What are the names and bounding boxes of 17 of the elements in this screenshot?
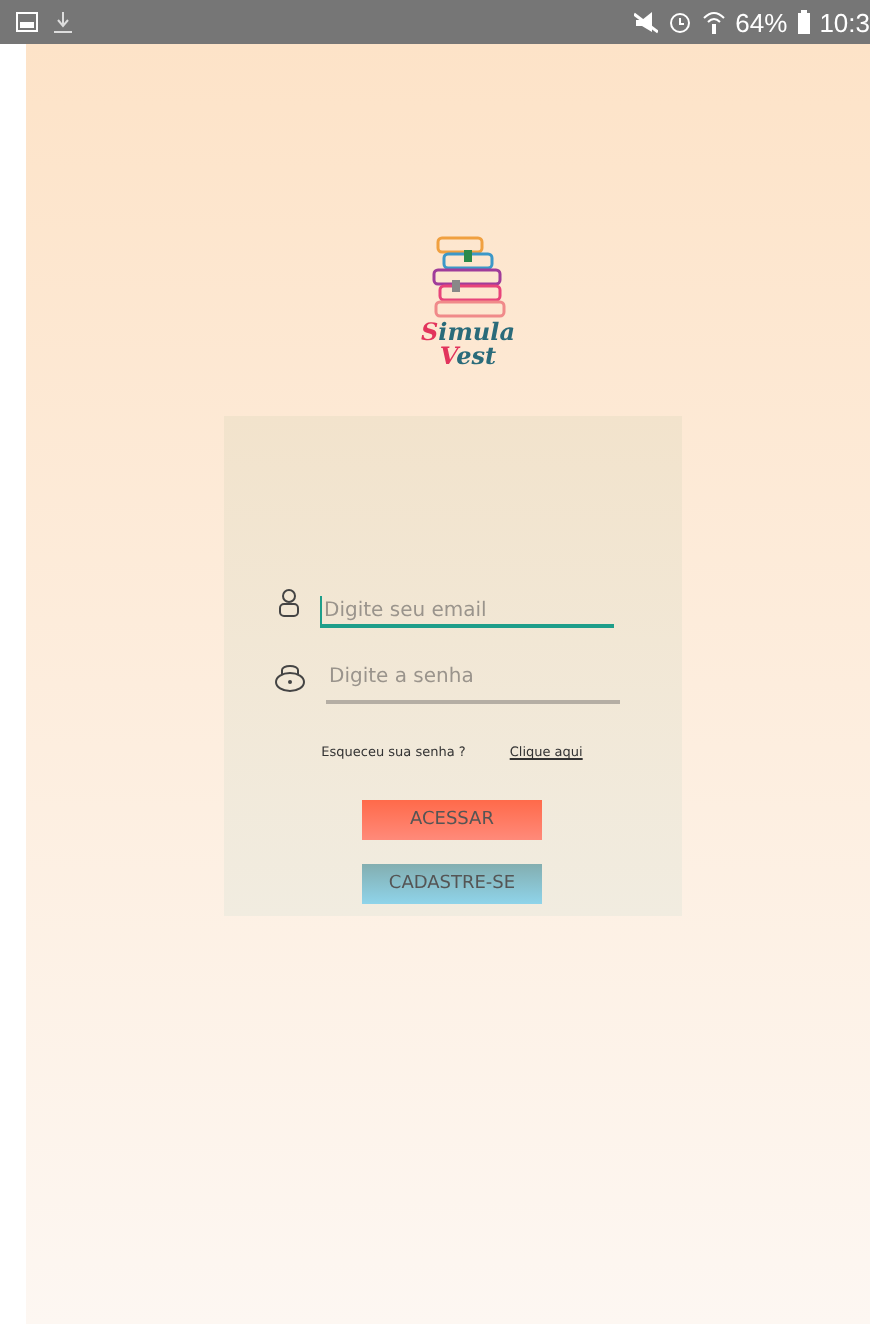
logo-text: Simula [421,320,515,344]
login-button[interactable]: ACESSAR [362,800,542,840]
battery-percent: 64% [735,7,788,37]
logo-text: Vest [439,344,497,368]
email-field[interactable]: Digite seu email [320,596,614,628]
mute-icon [633,11,658,33]
password-field[interactable]: Digite a senha [325,652,619,704]
alarm-icon [667,10,692,34]
battery-icon [797,10,810,34]
clock-time: 10:3 [819,7,870,37]
wifi-icon [701,10,726,34]
signup-button[interactable]: CADASTRE-SE [362,864,542,904]
image-icon [16,12,38,32]
books-icon [428,236,508,320]
download-icon [54,11,72,33]
user-icon [278,587,300,617]
lock-icon [273,664,305,692]
